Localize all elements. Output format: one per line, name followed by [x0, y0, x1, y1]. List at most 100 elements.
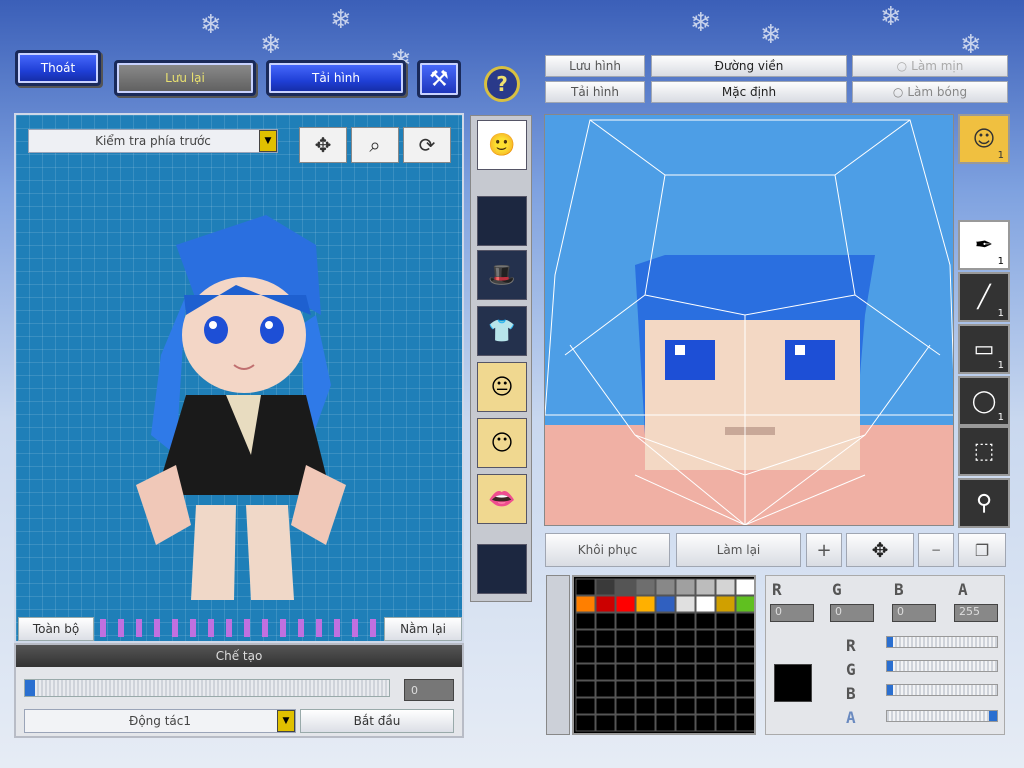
line-icon[interactable]: ╱ 1 [958, 272, 1010, 322]
palette-swatch[interactable] [655, 663, 676, 681]
body-thumbnail[interactable]: 👕 [477, 306, 527, 356]
action-select[interactable]: Động tác1 ▼ [24, 709, 296, 733]
palette-swatch[interactable] [635, 663, 656, 681]
palette-swatch[interactable] [655, 714, 676, 732]
palette-swatch[interactable] [675, 578, 696, 596]
palette-swatch[interactable] [595, 612, 616, 630]
palette-swatch[interactable] [735, 663, 756, 681]
lie-down-button[interactable]: Nằm lại [384, 617, 462, 641]
face-thumbnail[interactable]: 😐 [477, 362, 527, 412]
palette-swatch[interactable] [635, 595, 656, 613]
palette-swatch[interactable] [575, 646, 596, 664]
palette-swatch[interactable] [715, 612, 736, 630]
palette-swatch[interactable] [675, 595, 696, 613]
palette-swatch[interactable] [715, 663, 736, 681]
palette-swatch[interactable] [575, 697, 596, 715]
palette-swatch[interactable] [695, 629, 716, 647]
palette-swatch[interactable] [575, 714, 596, 732]
palette-swatch[interactable] [575, 629, 596, 647]
empty-slot-2[interactable] [477, 544, 527, 594]
b-slider[interactable] [886, 684, 998, 696]
palette-swatch[interactable] [595, 663, 616, 681]
palette-swatch[interactable] [615, 680, 636, 698]
face-icon[interactable]: ☺ 1 [958, 114, 1010, 164]
add-icon[interactable]: + [806, 533, 842, 567]
slider-thumb[interactable] [25, 680, 35, 696]
palette-swatch[interactable] [675, 714, 696, 732]
palette-swatch[interactable] [675, 646, 696, 664]
palette-swatch[interactable] [675, 663, 696, 681]
all-button[interactable]: Toàn bộ [18, 617, 94, 641]
palette-swatch[interactable] [655, 697, 676, 715]
b-value[interactable]: 0 [892, 604, 936, 622]
palette-swatch[interactable] [715, 646, 736, 664]
help-icon[interactable]: ? [484, 66, 520, 102]
default-tab[interactable]: Mặc định [651, 81, 847, 103]
palette-swatch[interactable] [595, 646, 616, 664]
palette-swatch[interactable] [735, 714, 756, 732]
palette-swatch[interactable] [655, 595, 676, 613]
palette-swatch[interactable] [595, 578, 616, 596]
zoom-icon[interactable]: ⌕ [351, 127, 399, 163]
palette-swatch[interactable] [735, 680, 756, 698]
rect-icon[interactable]: ▭ 1 [958, 324, 1010, 374]
palette-tabs[interactable] [546, 575, 570, 735]
palette-swatch[interactable] [735, 578, 756, 596]
palette-swatch[interactable] [675, 680, 696, 698]
select-icon[interactable]: ⬚ [958, 426, 1010, 476]
move-icon[interactable]: ✥ [846, 533, 914, 567]
palette-swatch[interactable] [735, 612, 756, 630]
palette-swatch[interactable] [615, 578, 636, 596]
save-image-tab[interactable]: Lưu hình [545, 55, 645, 77]
palette-swatch[interactable] [575, 578, 596, 596]
r-slider[interactable] [886, 636, 998, 648]
outline-tab[interactable]: Đường viền [651, 55, 847, 77]
pen-icon[interactable]: ✒ 1 [958, 220, 1010, 270]
palette-swatch[interactable] [635, 629, 656, 647]
r-value[interactable]: 0 [770, 604, 814, 622]
palette-swatch[interactable] [615, 663, 636, 681]
palette-swatch[interactable] [675, 612, 696, 630]
palette-swatch[interactable] [575, 680, 596, 698]
palette-swatch[interactable] [655, 680, 676, 698]
palette-swatch[interactable] [615, 697, 636, 715]
palette-swatch[interactable] [595, 629, 616, 647]
palette-swatch[interactable] [595, 697, 616, 715]
palette-swatch[interactable] [595, 680, 616, 698]
layers-icon[interactable]: ❐ [958, 533, 1006, 567]
palette-swatch[interactable] [655, 578, 676, 596]
palette-swatch[interactable] [715, 697, 736, 715]
palette-swatch[interactable] [715, 578, 736, 596]
palette-swatch[interactable] [695, 680, 716, 698]
palette-swatch[interactable] [635, 612, 656, 630]
palette-swatch[interactable] [695, 697, 716, 715]
rotate-icon[interactable]: ⟳ [403, 127, 451, 163]
palette-swatch[interactable] [695, 646, 716, 664]
palette-swatch[interactable] [695, 612, 716, 630]
palette-swatch[interactable] [635, 697, 656, 715]
palette-swatch[interactable] [595, 595, 616, 613]
palette-swatch[interactable] [735, 629, 756, 647]
g-value[interactable]: 0 [830, 604, 874, 622]
palette-swatch[interactable] [655, 646, 676, 664]
palette-swatch[interactable] [695, 714, 716, 732]
palette-swatch[interactable] [615, 612, 636, 630]
hat-thumbnail[interactable]: 🎩 [477, 250, 527, 300]
palette-swatch[interactable] [655, 629, 676, 647]
palette-swatch[interactable] [735, 595, 756, 613]
redo-button[interactable]: Làm lại [676, 533, 801, 567]
exit-button[interactable]: Thoát [15, 50, 101, 86]
frame-timeline[interactable] [100, 619, 380, 637]
start-button[interactable]: Bắt đầu [300, 709, 454, 733]
palette-swatch[interactable] [615, 629, 636, 647]
palette-swatch[interactable] [735, 697, 756, 715]
palette-swatch[interactable] [715, 714, 736, 732]
mouth-thumbnail[interactable]: 👄 [477, 474, 527, 524]
restore-button[interactable]: Khôi phục [545, 533, 670, 567]
palette-swatch[interactable] [595, 714, 616, 732]
a-slider[interactable] [886, 710, 998, 722]
shadow-tab[interactable]: ○ Làm bóng [852, 81, 1008, 103]
palette-swatch[interactable] [715, 595, 736, 613]
palette-swatch[interactable] [675, 629, 696, 647]
palette-swatch[interactable] [695, 595, 716, 613]
